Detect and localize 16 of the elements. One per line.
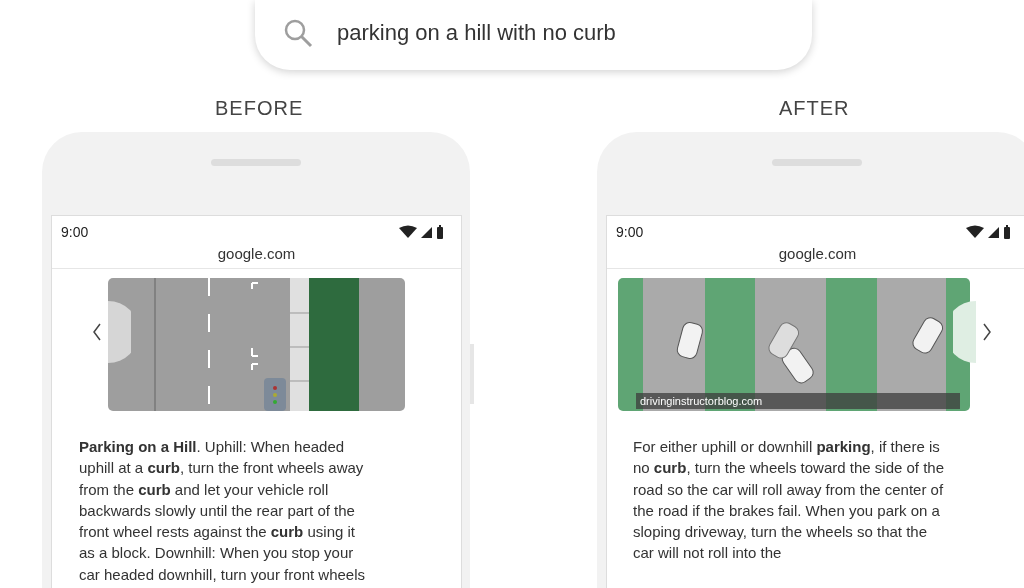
search-icon (283, 18, 313, 48)
image-source-caption: drivinginstructorblog.com (636, 393, 960, 409)
page-url: google.com (607, 242, 1024, 269)
search-field[interactable]: parking on a hill with no curb (255, 0, 812, 70)
status-icons (399, 225, 445, 239)
search-input[interactable]: parking on a hill with no curb (337, 20, 777, 46)
result-snippet: Parking on a Hill. Uphill: When headed uphill at a curb, turn the front wheels away from the curb and let your vehicle roll backwards slowly until the rear part of the front wheel rests against the curb using it as a block. Downhill: When you stop your car headed downhill, turn your front wheels (79, 437, 366, 585)
panel-heading: BEFORE (215, 96, 305, 121)
status-icons (966, 225, 1012, 239)
panel-heading: AFTER (779, 96, 851, 121)
result-snippet: For either uphill or downhill parking, if there is no curb, turn the wheels toward the side of the road so the car will roll away from the center of the road if the brakes fail. When you park on a sloping driveway, turn the wheels so that the car will not roll into the (633, 437, 945, 564)
page-url: google.com (52, 242, 461, 269)
previous-button[interactable] (91, 301, 131, 363)
status-time: 9:00 (616, 224, 644, 240)
next-button[interactable] (953, 301, 993, 363)
status-time: 9:00 (61, 224, 89, 240)
